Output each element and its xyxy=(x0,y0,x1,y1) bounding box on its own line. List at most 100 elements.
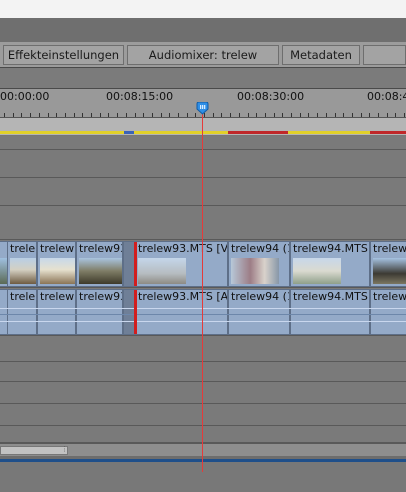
clip-thumbnail xyxy=(231,258,279,284)
tab-more[interactable] xyxy=(363,45,406,65)
panel-strip xyxy=(0,68,406,88)
video-track-empty[interactable] xyxy=(0,206,406,240)
audio-track-1[interactable]: trele trelew trelew93 trelew93.MTS [A] t… xyxy=(0,288,406,336)
audio-track-empty[interactable] xyxy=(0,426,406,443)
ruler-tick xyxy=(230,113,231,117)
clip-thumbnail xyxy=(0,258,7,284)
clip-name: trelew93.MTS [V] xyxy=(138,242,228,255)
timecode-label: 00:08:30:00 xyxy=(237,90,305,103)
tab-label: Audiomixer: trelew xyxy=(148,48,258,62)
video-track-empty[interactable] xyxy=(0,150,406,178)
clip-name: trelew94.MTS [ xyxy=(293,242,370,255)
tab-effekteinstellungen[interactable]: Effekteinstellungen xyxy=(3,45,124,65)
playhead-marker-icon[interactable] xyxy=(196,102,209,115)
ruler-tick xyxy=(169,113,170,117)
playhead-line[interactable] xyxy=(202,112,203,472)
video-clip[interactable]: trelew94 (1 xyxy=(228,241,290,287)
audio-clip[interactable]: trelew93.MTS [A] xyxy=(135,289,228,335)
ruler-tick xyxy=(291,113,292,117)
edit-point-marker[interactable] xyxy=(134,242,137,286)
video-clip[interactable]: trelew93.MTS [V] xyxy=(135,241,228,287)
work-area-bar[interactable] xyxy=(0,118,406,136)
clip-name: trelew93 xyxy=(79,242,123,255)
ruler-tick xyxy=(274,113,275,117)
horizontal-scrollbar[interactable]: ⋮ xyxy=(0,443,406,456)
ruler-tick xyxy=(108,113,109,117)
clip-name: trele xyxy=(10,242,36,255)
tab-metadaten[interactable]: Metadaten xyxy=(282,45,360,65)
tab-label: Metadaten xyxy=(290,48,352,62)
ruler-tick xyxy=(335,113,336,117)
clip-name: trelew93.MTS [A] xyxy=(138,290,228,303)
edit-point-marker[interactable] xyxy=(134,290,137,334)
video-clip[interactable]: trelew94.MTS [ xyxy=(290,241,370,287)
render-bar-segment xyxy=(0,131,124,134)
tab-audiomixer[interactable]: Audiomixer: trelew xyxy=(127,45,279,65)
clip-thumbnail xyxy=(10,258,36,284)
ruler-tick xyxy=(143,113,144,117)
audio-clip[interactable]: trelew xyxy=(37,289,76,335)
ruler-tick xyxy=(82,113,83,117)
ruler-tick xyxy=(256,113,257,117)
render-bar-segment xyxy=(288,131,370,134)
video-track-1[interactable]: trele trelew trelew93 trelew93.MTS [V] t… xyxy=(0,240,406,288)
video-track-empty[interactable] xyxy=(0,178,406,206)
audio-clip[interactable]: trelew xyxy=(370,289,406,335)
ruler-tick xyxy=(74,113,75,117)
render-bar-segment xyxy=(370,131,406,134)
ruler-tick xyxy=(161,113,162,117)
audio-track-empty[interactable] xyxy=(0,404,406,426)
audio-track-empty[interactable] xyxy=(0,336,406,362)
audio-clip[interactable]: trelew93 xyxy=(76,289,123,335)
audio-track-empty[interactable] xyxy=(0,382,406,404)
video-clip[interactable]: trelew xyxy=(37,241,76,287)
audio-waveform-line xyxy=(0,314,406,315)
ruler-tick xyxy=(178,113,179,117)
scroll-grip-icon: ⋮ xyxy=(61,445,68,453)
ruler-tick xyxy=(352,113,353,117)
render-bar-segment xyxy=(228,131,288,134)
audio-track-empty[interactable] xyxy=(0,362,406,382)
clip-thumbnail xyxy=(293,258,341,284)
ruler-tick xyxy=(221,113,222,117)
ruler-tick xyxy=(13,113,14,117)
ruler-tick xyxy=(317,113,318,117)
ruler-tick xyxy=(91,113,92,117)
audio-clip[interactable]: trele xyxy=(7,289,37,335)
window-top-area xyxy=(0,0,406,18)
audio-clip[interactable]: trelew94 (1 xyxy=(228,289,290,335)
ruler-tick xyxy=(65,113,66,117)
audio-clip[interactable]: trelew94.MTS [ xyxy=(290,289,370,335)
video-clip[interactable]: trelew xyxy=(370,241,406,287)
ruler-tick xyxy=(100,113,101,117)
timecode-label: 00:08:15:00 xyxy=(106,90,174,103)
ruler-tick xyxy=(265,113,266,117)
panel-divider xyxy=(0,18,406,42)
clip-name: trelew xyxy=(40,290,75,303)
ruler-tick xyxy=(187,113,188,117)
ruler-tick xyxy=(369,113,370,117)
clip-name: trele xyxy=(10,290,36,303)
video-clip[interactable]: trelew93 xyxy=(76,241,123,287)
ruler-tick xyxy=(387,113,388,117)
clip-name: trelew xyxy=(40,242,75,255)
ruler-tick xyxy=(39,113,40,117)
audio-waveform-line xyxy=(0,308,406,309)
video-clip[interactable]: trele xyxy=(7,241,37,287)
ruler-tick xyxy=(378,113,379,117)
clip-thumbnail xyxy=(79,258,122,284)
ruler-tick xyxy=(4,113,5,117)
clip-thumbnail xyxy=(373,258,406,284)
ruler-tick xyxy=(21,113,22,117)
panel-bottom-area xyxy=(0,462,406,492)
ruler-tick xyxy=(56,113,57,117)
audio-waveform-line xyxy=(0,321,406,322)
clip-name: trelew xyxy=(373,290,406,303)
scrollbar-thumb[interactable] xyxy=(0,446,68,455)
render-bar-segment xyxy=(134,131,228,134)
clip-name: trelew94.MTS [ xyxy=(293,290,370,303)
clip-name: trelew94 (1 xyxy=(231,242,290,255)
ruler-tick xyxy=(152,113,153,117)
ruler-tick xyxy=(248,113,249,117)
video-track-empty[interactable] xyxy=(0,136,406,150)
